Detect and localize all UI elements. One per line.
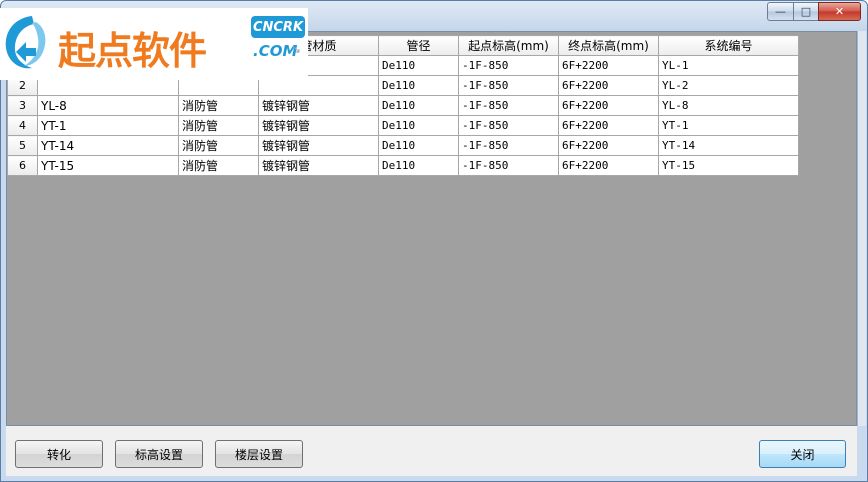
cell-start-elevation[interactable]: -1F-850: [458, 75, 559, 96]
cell-pipe-material[interactable]: 镀锌钢管: [258, 115, 379, 136]
logo-chinese-text: 起点软件: [58, 29, 207, 73]
watermark-logo: 起点软件 CNCRK .COM ↘: [0, 8, 308, 80]
right-edge-scroll-strip[interactable]: [857, 31, 866, 426]
floor-settings-button[interactable]: 楼层设置: [215, 440, 303, 468]
cell-pipe-type[interactable]: 消防管: [178, 95, 259, 116]
grid-area: 管材质 管径 起点标高(mm) 终点标高(mm) 系统编号 1De110-1F-…: [6, 31, 857, 426]
cell-system-code[interactable]: YT-1: [658, 115, 799, 136]
cell-end-elevation[interactable]: 6F+2200: [558, 95, 659, 116]
table-row[interactable]: 5 YT-14 消防管 镀锌钢管 De110 -1F-850 6F+2200 YT-14: [7, 135, 799, 156]
close-window-button[interactable]: ✕: [818, 2, 861, 21]
cell-name[interactable]: YT-1: [37, 115, 179, 136]
cell-pipe-type[interactable]: 消防管: [178, 155, 259, 176]
cell-start-elevation[interactable]: -1F-850: [458, 115, 559, 136]
logo-cncrk-badge: CNCRK: [251, 16, 305, 38]
window-controls: — □ ✕: [767, 2, 861, 21]
cell-system-code[interactable]: YL-8: [658, 95, 799, 116]
cell-end-elevation[interactable]: 6F+2200: [558, 55, 659, 76]
maximize-button[interactable]: □: [793, 2, 818, 21]
cell-row-number[interactable]: 6: [7, 155, 38, 176]
cell-pipe-diameter[interactable]: De110: [378, 115, 459, 136]
bottom-toolbar: 转化 标高设置 楼层设置 关闭: [6, 426, 857, 476]
cell-end-elevation[interactable]: 6F+2200: [558, 135, 659, 156]
cell-end-elevation[interactable]: 6F+2200: [558, 75, 659, 96]
table-row[interactable]: 3 YL-8 消防管 镀锌钢管 De110 -1F-850 6F+2200 YL-8: [7, 95, 799, 116]
cell-system-code[interactable]: YL-2: [658, 75, 799, 96]
maximize-icon: □: [800, 5, 812, 18]
cell-system-code[interactable]: YT-15: [658, 155, 799, 176]
cell-row-number[interactable]: 3: [7, 95, 38, 116]
header-end-elevation[interactable]: 终点标高(mm): [558, 35, 659, 56]
header-system-code[interactable]: 系统编号: [658, 35, 799, 56]
cell-pipe-type[interactable]: 消防管: [178, 115, 259, 136]
cell-end-elevation[interactable]: 6F+2200: [558, 155, 659, 176]
cell-system-code[interactable]: YL-1: [658, 55, 799, 76]
cell-name[interactable]: YT-14: [37, 135, 179, 156]
table-row[interactable]: 6 YT-15 消防管 镀锌钢管 De110 -1F-850 6F+2200 YT-15: [7, 155, 799, 176]
cell-start-elevation[interactable]: -1F-850: [458, 55, 559, 76]
cell-pipe-material[interactable]: 镀锌钢管: [258, 155, 379, 176]
close-icon: ✕: [834, 5, 845, 18]
logo-arrow-icon: ↘: [291, 42, 302, 56]
minimize-button[interactable]: —: [767, 2, 793, 21]
table-row[interactable]: 4 YT-1 消防管 镀锌钢管 De110 -1F-850 6F+2200 YT-1: [7, 115, 799, 136]
cell-end-elevation[interactable]: 6F+2200: [558, 115, 659, 136]
cell-start-elevation[interactable]: -1F-850: [458, 95, 559, 116]
cell-row-number[interactable]: 5: [7, 135, 38, 156]
cell-pipe-diameter[interactable]: De110: [378, 95, 459, 116]
convert-button[interactable]: 转化: [15, 440, 103, 468]
cell-start-elevation[interactable]: -1F-850: [458, 135, 559, 156]
cell-pipe-diameter[interactable]: De110: [378, 55, 459, 76]
close-button[interactable]: 关闭: [759, 440, 846, 468]
cell-pipe-diameter[interactable]: De110: [378, 75, 459, 96]
cell-pipe-material[interactable]: 镀锌钢管: [258, 95, 379, 116]
cell-start-elevation[interactable]: -1F-850: [458, 155, 559, 176]
cell-name[interactable]: YT-15: [37, 155, 179, 176]
cell-row-number[interactable]: 4: [7, 115, 38, 136]
cell-pipe-material[interactable]: 镀锌钢管: [258, 135, 379, 156]
logo-swirl-icon: [5, 16, 46, 69]
header-start-elevation[interactable]: 起点标高(mm): [458, 35, 559, 56]
cell-system-code[interactable]: YT-14: [658, 135, 799, 156]
cell-name[interactable]: YL-8: [37, 95, 179, 116]
cell-pipe-type[interactable]: 消防管: [178, 135, 259, 156]
cell-pipe-diameter[interactable]: De110: [378, 135, 459, 156]
header-pipe-diameter[interactable]: 管径: [378, 35, 459, 56]
cell-pipe-diameter[interactable]: De110: [378, 155, 459, 176]
minimize-icon: —: [775, 5, 786, 18]
elevation-settings-button[interactable]: 标高设置: [115, 440, 203, 468]
